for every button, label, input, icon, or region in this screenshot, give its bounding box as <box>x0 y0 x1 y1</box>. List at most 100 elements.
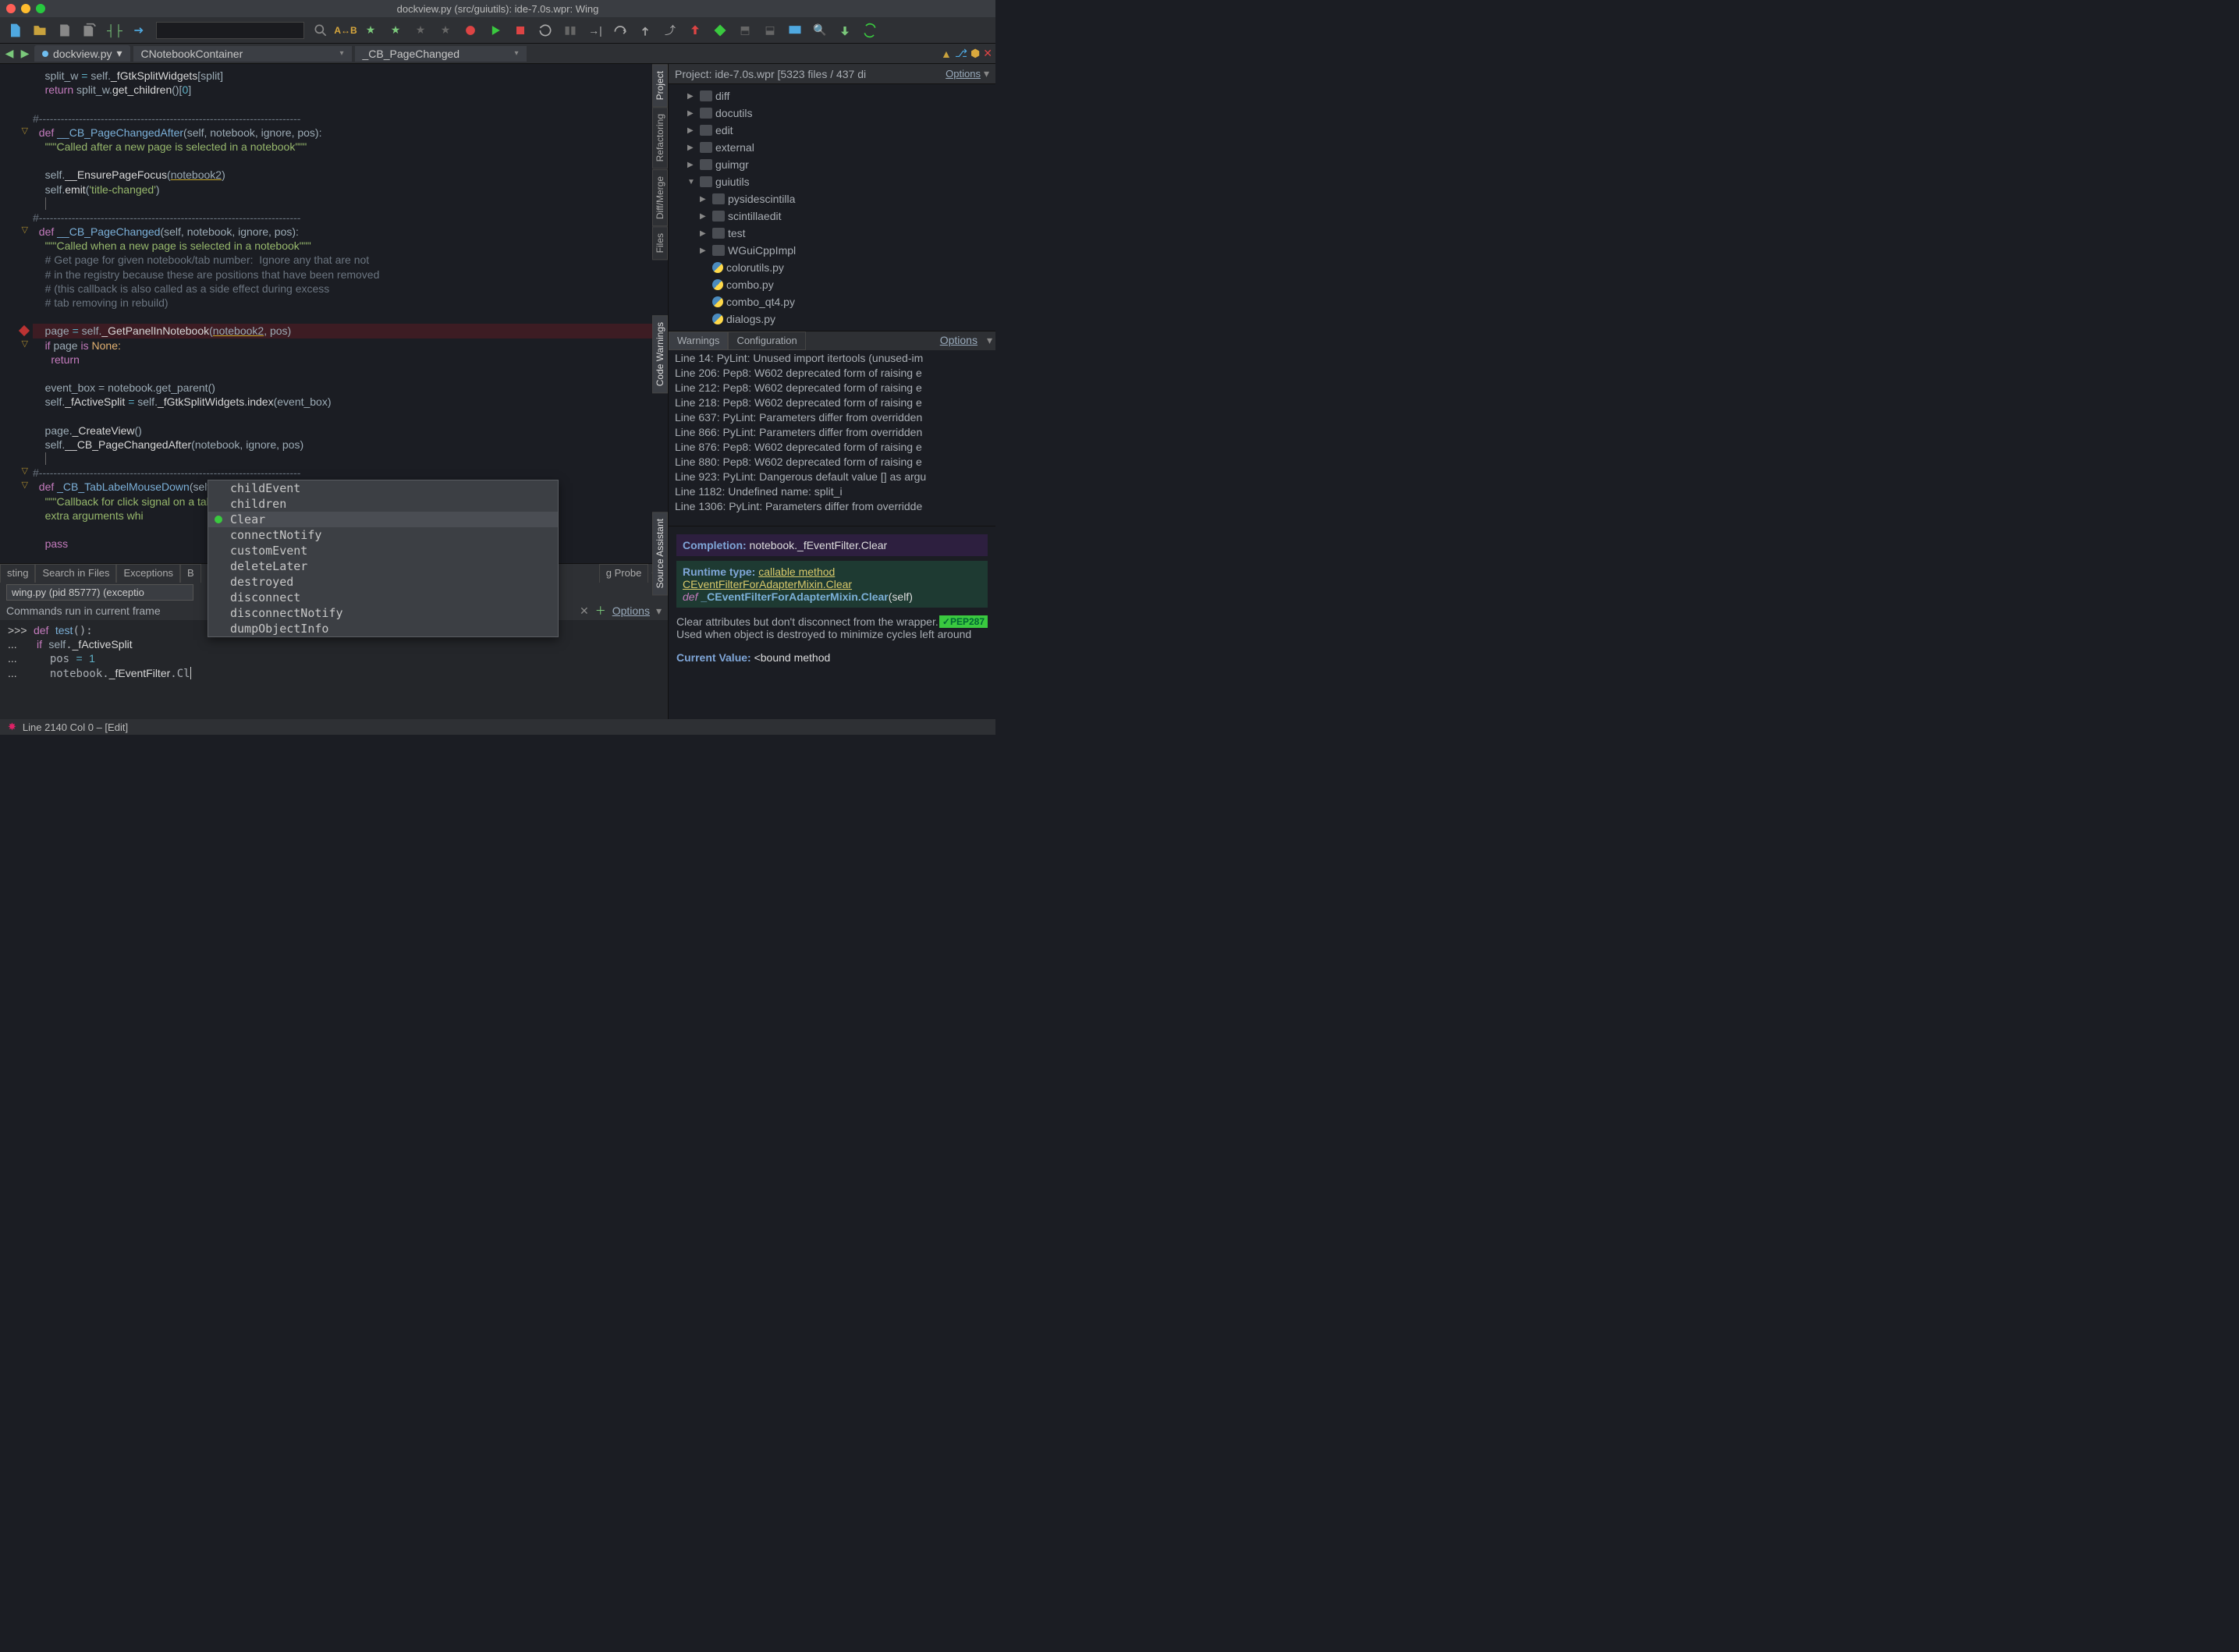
autocomplete-item[interactable]: children <box>208 496 558 512</box>
autocomplete-item[interactable]: disconnect <box>208 590 558 605</box>
chevron-down-icon[interactable]: ▾ <box>984 331 995 350</box>
class-combo[interactable]: CNotebookContainer ▾ <box>133 46 352 62</box>
close-tab-icon[interactable]: ✕ <box>983 47 992 60</box>
warning-item[interactable]: Line 923: PyLint: Dangerous default valu… <box>675 470 989 485</box>
save-all-icon[interactable] <box>81 22 98 39</box>
folder-node[interactable]: ▶test <box>669 225 995 242</box>
sync-icon[interactable] <box>861 22 878 39</box>
warning-item[interactable]: Line 876: Pep8: W602 deprecated form of … <box>675 441 989 456</box>
debug-tab[interactable]: sting <box>0 564 35 583</box>
warning-item[interactable]: Line 212: Pep8: W602 deprecated form of … <box>675 381 989 396</box>
restart-icon[interactable] <box>537 22 554 39</box>
autocomplete-item[interactable]: destroyed <box>208 574 558 590</box>
debug-tab[interactable]: Exceptions <box>116 564 180 583</box>
debug-tab[interactable]: Search in Files <box>35 564 116 583</box>
warning-item[interactable]: Line 866: PyLint: Parameters differ from… <box>675 426 989 441</box>
chevron-down-icon[interactable]: ▾ <box>656 604 662 618</box>
bookmark-icon[interactable]: ★ <box>412 22 429 39</box>
commit-icon[interactable]: ⬒ <box>736 22 754 39</box>
step-into-icon[interactable]: →| <box>587 22 604 39</box>
vtab-refactoring[interactable]: Refactoring <box>652 107 668 168</box>
folder-node[interactable]: ▶pysidescintilla <box>669 190 995 207</box>
vtab-diffmerge[interactable]: Diff/Merge <box>652 169 668 226</box>
save-icon[interactable] <box>56 22 73 39</box>
warning-item[interactable]: Line 218: Pep8: W602 deprecated form of … <box>675 396 989 411</box>
warning-item[interactable]: Line 880: Pep8: W602 deprecated form of … <box>675 456 989 470</box>
bug-icon[interactable]: ✸ <box>8 721 16 733</box>
nav-back-icon[interactable]: ◀ <box>3 48 16 60</box>
file-tab[interactable]: dockview.py ▾ <box>34 45 130 62</box>
folder-node[interactable]: ▼guiutils <box>669 173 995 190</box>
vtab-files[interactable]: Files <box>652 226 668 260</box>
warning-icon[interactable]: ▲ <box>941 48 952 60</box>
project-tree[interactable]: ▶diff▶docutils▶edit▶external▶guimgr▼guiu… <box>669 84 995 331</box>
folder-node[interactable]: ▶WGuiCppImpl <box>669 242 995 259</box>
open-folder-icon[interactable] <box>31 22 48 39</box>
warning-item[interactable]: Line 14: PyLint: Unused import itertools… <box>675 352 989 367</box>
download-icon[interactable] <box>836 22 853 39</box>
breakpoint-marker[interactable] <box>0 324 31 338</box>
file-node[interactable]: combo.py <box>669 276 995 293</box>
goto-icon[interactable] <box>131 22 148 39</box>
file-node[interactable]: dialogs.py <box>669 310 995 328</box>
warnings-list[interactable]: Line 14: PyLint: Unused import itertools… <box>669 350 995 526</box>
file-node[interactable]: colorutils.py <box>669 259 995 276</box>
indent-icon[interactable]: ┤├ <box>106 22 123 39</box>
search-input[interactable] <box>156 22 304 39</box>
vtab-warnings[interactable]: Code Warnings <box>652 315 668 393</box>
editor-gutter[interactable]: ▽ ▽ ▽ ▽▽ <box>0 69 31 495</box>
step-out-icon[interactable] <box>637 22 654 39</box>
autocomplete-item[interactable]: disconnectNotify <box>208 605 558 621</box>
vtab-project[interactable]: Project <box>652 64 668 107</box>
folder-node[interactable]: ▶diff <box>669 87 995 105</box>
pause-icon[interactable]: ▮▮ <box>562 22 579 39</box>
autocomplete-popup[interactable]: childEventchildrenClearconnectNotifycust… <box>208 480 559 637</box>
search-icon[interactable] <box>312 22 329 39</box>
bookmark-next-icon[interactable]: ★ <box>387 22 404 39</box>
autocomplete-item[interactable]: Clear <box>208 512 558 527</box>
monitor-icon[interactable] <box>786 22 804 39</box>
autocomplete-item[interactable]: dumpObjectInfo <box>208 621 558 636</box>
autocomplete-item[interactable]: childEvent <box>208 480 558 496</box>
chevron-down-icon[interactable]: ▾ <box>984 67 989 80</box>
warnings-tab[interactable]: Warnings <box>669 331 728 350</box>
upload-icon[interactable] <box>687 22 704 39</box>
diff-icon[interactable] <box>711 22 729 39</box>
folder-node[interactable]: ▶external <box>669 139 995 156</box>
folder-node[interactable]: ▶scintillaedit <box>669 207 995 225</box>
folder-node[interactable]: ▶guimgr <box>669 156 995 173</box>
options-link[interactable]: Options <box>934 331 984 350</box>
debug-tab-probe[interactable]: g Probe <box>599 564 649 583</box>
options-link[interactable]: Options <box>612 604 650 617</box>
debug-tab[interactable]: B <box>180 564 201 583</box>
console-clear-icon[interactable]: ✕ <box>580 604 589 618</box>
method-combo[interactable]: _CB_PageChanged ▾ <box>355 46 527 62</box>
console-add-icon[interactable]: ＋ <box>595 603 606 619</box>
warning-item[interactable]: Line 1306: PyLint: Parameters differ fro… <box>675 500 989 515</box>
vtab-source-assist[interactable]: Source Assistant <box>652 512 668 595</box>
breakpoint-icon[interactable] <box>462 22 479 39</box>
step-return-icon[interactable]: ⤴ <box>662 22 679 39</box>
folder-node[interactable]: ▶edit <box>669 122 995 139</box>
stop-icon[interactable] <box>512 22 529 39</box>
new-file-icon[interactable] <box>6 22 23 39</box>
chevron-down-icon[interactable]: ▾ <box>116 47 122 60</box>
replace-icon[interactable]: A↔B <box>337 22 354 39</box>
process-combo[interactable] <box>6 584 193 601</box>
autocomplete-item[interactable]: customEvent <box>208 543 558 558</box>
find-icon[interactable]: 🔍 <box>811 22 829 39</box>
warning-item[interactable]: Line 1182: Undefined name: split_i <box>675 485 989 500</box>
file-node[interactable]: combo_qt4.py <box>669 293 995 310</box>
warning-item[interactable]: Line 637: PyLint: Parameters differ from… <box>675 411 989 426</box>
warning-item[interactable]: Line 206: Pep8: W602 deprecated form of … <box>675 367 989 381</box>
run-icon[interactable] <box>487 22 504 39</box>
bookmark-prev-icon[interactable]: ★ <box>437 22 454 39</box>
bookmark-add-icon[interactable]: ★ <box>362 22 379 39</box>
autocomplete-item[interactable]: deleteLater <box>208 558 558 574</box>
step-over-icon[interactable] <box>612 22 629 39</box>
folder-node[interactable]: ▶docutils <box>669 105 995 122</box>
push-icon[interactable]: ⬓ <box>761 22 779 39</box>
autocomplete-item[interactable]: connectNotify <box>208 527 558 543</box>
vcs-icon[interactable]: ⎇ <box>955 47 967 60</box>
nav-fwd-icon[interactable]: ▶ <box>19 48 31 60</box>
